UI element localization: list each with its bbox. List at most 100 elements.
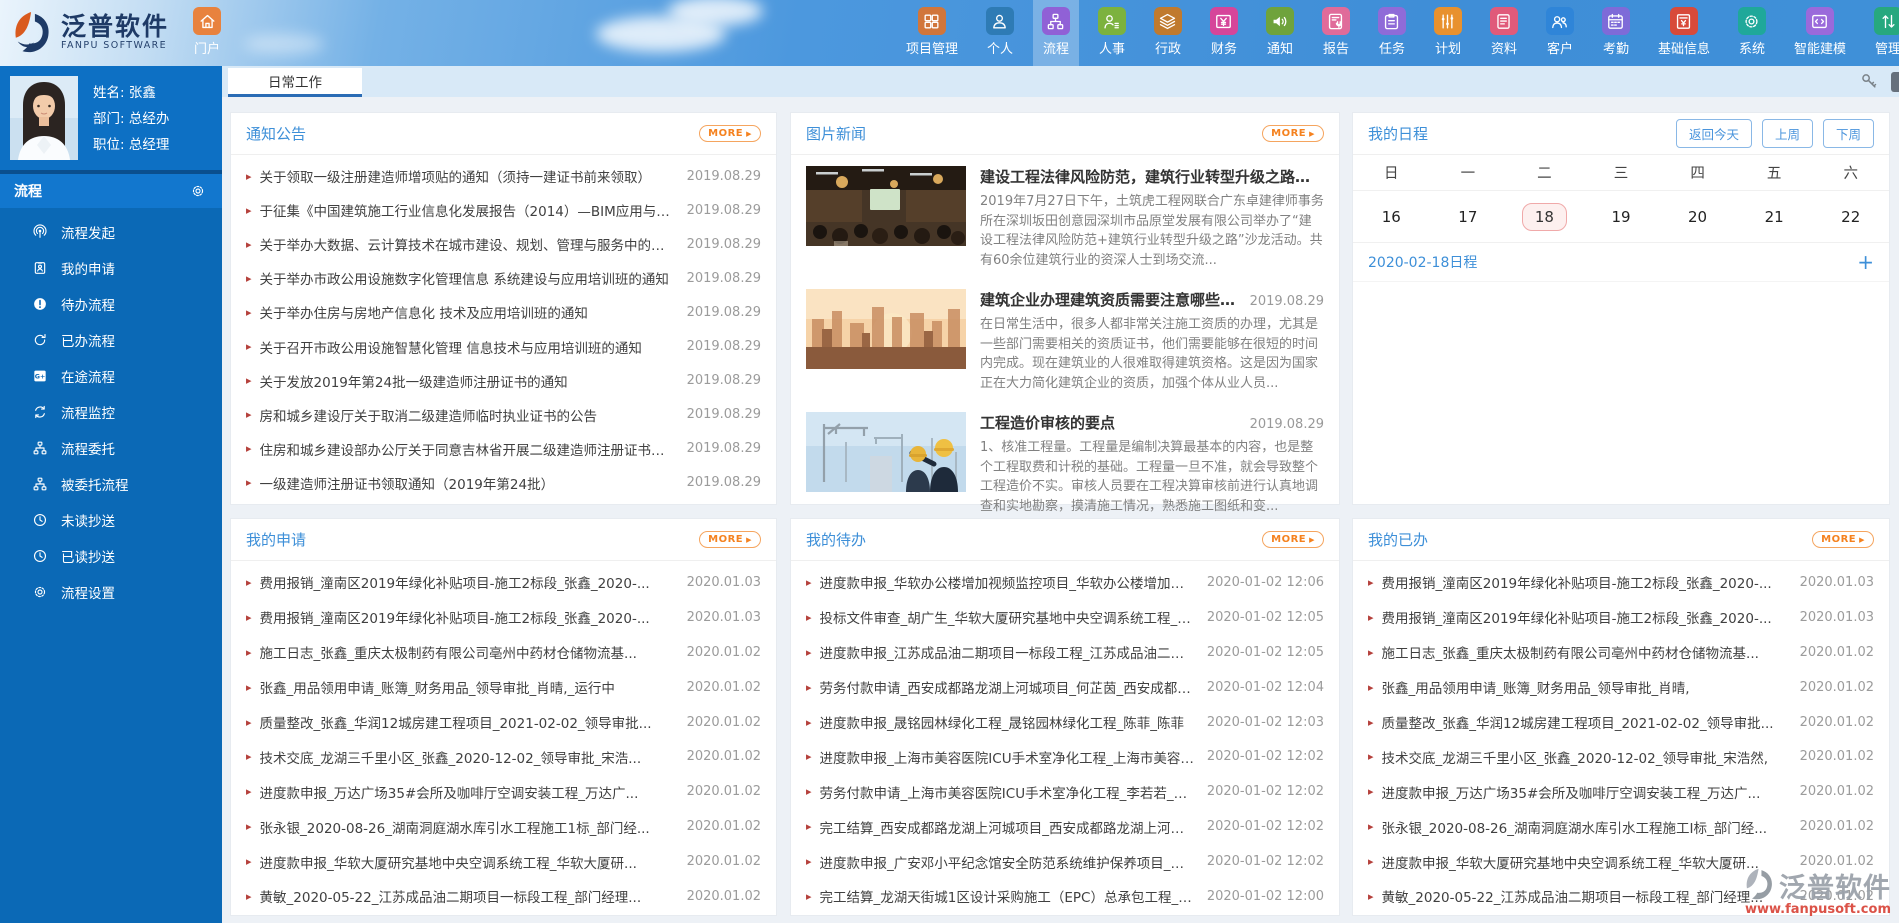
- nav-item-notice[interactable]: 通知: [1257, 0, 1303, 66]
- my-requests-more-button[interactable]: MORE: [699, 531, 761, 548]
- list-item[interactable]: ▸ 黄敏_2020-05-22_江苏成品油二期项目一标段工程_部门经理... 202…: [1368, 879, 1874, 914]
- calendar-date[interactable]: 16: [1370, 204, 1413, 230]
- prev-week-button[interactable]: 上周: [1761, 119, 1813, 148]
- list-item[interactable]: ▸ 进度款申报_万达广场35#会所及咖啡厅空调安装工程_万达广... 2020.01…: [246, 774, 761, 809]
- list-item[interactable]: ▸ 关于领取一级注册建造师增项贴的通知（须持一建证书前来领取） 2019.08.29: [246, 159, 761, 193]
- calendar-date[interactable]: 22: [1829, 204, 1872, 230]
- nav-item-customer[interactable]: 客户: [1537, 0, 1583, 66]
- list-item[interactable]: ▸ 投标文件审查_胡广生_华软大厦研究基地中央空调系统工程_20... 2020-0…: [806, 600, 1324, 635]
- sidebar-item-delegated[interactable]: 被委托流程: [0, 466, 222, 502]
- section-gear-icon[interactable]: [190, 183, 206, 199]
- sidebar-item-in-transit[interactable]: G+ 在途流程: [0, 358, 222, 394]
- sidebar-item-flow-settings[interactable]: 流程设置: [0, 574, 222, 610]
- list-item[interactable]: ▸ 费用报销_潼南区2019年绿化补贴项目-施工2标段_张鑫_2020-... 20…: [246, 600, 761, 635]
- list-item-date: 2019.08.29: [686, 441, 761, 457]
- nav-item-docs[interactable]: 资料: [1481, 0, 1527, 66]
- list-item[interactable]: ▸ 黄敏_2020-05-22_江苏成品油二期项目一标段工程_部门经理... 202…: [246, 879, 761, 914]
- list-item-text: 房和城乡建设厅关于取消二级建造师临时执业证书的公告: [259, 408, 598, 425]
- sidebar-item-done-flow[interactable]: 已办流程: [0, 322, 222, 358]
- calendar-date-today[interactable]: 18: [1521, 202, 1567, 231]
- list-item[interactable]: ▸ 进度款申报_华软大厦研究基地中央空调系统工程_华软大厦研... 2020.01.…: [1368, 844, 1874, 879]
- nav-item-project-mgmt[interactable]: 项目管理: [897, 0, 967, 66]
- list-item-text: 进度款申报_晟铭园林绿化工程_晟铭园林绿化工程_陈菲_陈菲: [819, 716, 1185, 732]
- list-item[interactable]: ▸ 完工结算_龙湖天街城1区设计采购施工（EPC）总承包工程_龙... 2020-0…: [806, 879, 1324, 914]
- nav-item-basic-info[interactable]: 基础信息: [1649, 0, 1719, 66]
- list-item[interactable]: ▸ 劳务付款申请_西安成都路龙湖上河城项目_何芷茵_西安成都路... 2020-01…: [806, 670, 1324, 705]
- list-item[interactable]: ▸ 进度款申报_江苏成品油二期项目一标段工程_江苏成品油二期项... 2020-01…: [806, 635, 1324, 670]
- list-item-date: 2020-01-02 12:04: [1206, 679, 1324, 695]
- list-item[interactable]: ▸ 住房和城乡建设部办公厅关于同意吉林省开展二级建造师注册证书电... 2019.0…: [246, 432, 761, 466]
- sidebar-item-read-cc[interactable]: 已读抄送: [0, 538, 222, 574]
- list-item[interactable]: ▸ 进度款申报_万达广场35#会所及咖啡厅空调安装工程_万达广... 2020.01…: [1368, 774, 1874, 809]
- calendar-date[interactable]: 17: [1446, 204, 1489, 230]
- key-icon[interactable]: [1859, 71, 1879, 91]
- list-item-date: 2020.01.02: [686, 854, 761, 870]
- list-item[interactable]: ▸ 房和城乡建设厅关于取消二级建造师临时执业证书的公告 2019.08.29: [246, 398, 761, 432]
- list-item[interactable]: ▸ 完工结算_西安成都路龙湖上河城项目_西安成都路龙湖上河城... 2020-01-…: [806, 809, 1324, 844]
- list-item[interactable]: ▸ 一级建造师注册证书领取通知（2019年第24批） 2019.08.29: [246, 466, 761, 500]
- sidebar-item-my-apply[interactable]: 我的申请: [0, 250, 222, 286]
- my-done-more-button[interactable]: MORE: [1812, 531, 1874, 548]
- list-item[interactable]: ▸ 关于举办住房与房地产信息化 技术及应用培训班的通知 2019.08.29: [246, 295, 761, 329]
- nav-item-modeling[interactable]: 智能建模: [1785, 0, 1855, 66]
- my-todo-more-button[interactable]: MORE: [1262, 531, 1324, 548]
- sidebar-item-monitor[interactable]: 流程监控: [0, 394, 222, 430]
- list-item[interactable]: ▸ 费用报销_潼南区2019年绿化补贴项目-施工2标段_张鑫_2020-... 20…: [1368, 565, 1874, 600]
- next-week-button[interactable]: 下周: [1822, 119, 1874, 148]
- list-item[interactable]: ▸ 关于发放2019年第24批一级建造师注册证书的通知 2019.08.29: [246, 364, 761, 398]
- news-more-button[interactable]: MORE: [1262, 125, 1324, 142]
- list-item[interactable]: ▸ 技术交底_龙湖三千里小区_张鑫_2020-12-02_领导审批_宋浩然, 202…: [1368, 739, 1874, 774]
- notices-more-button[interactable]: MORE: [699, 125, 761, 142]
- list-item[interactable]: ▸ 于征集《中国建筑施工行业信息化发展报告（2014）—BIM应用与发... 201…: [246, 193, 761, 227]
- list-item[interactable]: ▸ 张永银_2020-08-26_湖南洞庭湖水库引水工程施工1标_部门经... 20…: [246, 809, 761, 844]
- list-item[interactable]: ▸ 劳务付款申请_上海市美容医院ICU手术室净化工程_李若若_上... 2020-0…: [806, 774, 1324, 809]
- list-item[interactable]: ▸ 进度款申报_华软大厦研究基地中央空调系统工程_华软大厦研... 2020.01.…: [246, 844, 761, 879]
- sidebar-item-todo-flow[interactable]: 待办流程: [0, 286, 222, 322]
- news-item[interactable]: 建设工程法律风险防范，建筑行业转型升级之路沙龙活动 2019年7月27日下午，土筑…: [791, 155, 1339, 278]
- calendar-date[interactable]: 21: [1753, 204, 1796, 230]
- nav-item-portal[interactable]: 门户: [184, 0, 230, 66]
- sidebar-item-unread-cc[interactable]: 未读抄送: [0, 502, 222, 538]
- nav-item-hr[interactable]: 人事: [1089, 0, 1135, 66]
- list-item[interactable]: ▸ 张永银_2020-08-26_湖南洞庭湖水库引水工程施工I标_部门经... 20…: [1368, 809, 1874, 844]
- list-item[interactable]: ▸ 进度款申报_广安邓小平纪念馆安全防范系统维护保养项目_广安... 2020-01…: [806, 844, 1324, 879]
- list-item[interactable]: ▸ 关于召开市政公用设施智慧化管理 信息技术与应用培训班的通知 2019.08.29: [246, 329, 761, 363]
- list-item[interactable]: ▸ 进度款申报_晟铭园林绿化工程_晟铭园林绿化工程_陈菲_陈菲 2020-01-02…: [806, 705, 1324, 740]
- news-item[interactable]: 工程造价审核的要点 2019.08.29 1、核准工程量。工程量是编制决算最基本的内…: [791, 401, 1339, 524]
- list-item[interactable]: ▸ 费用报销_潼南区2019年绿化补贴项目-施工2标段_张鑫_2020-... 20…: [246, 565, 761, 600]
- calendar-date[interactable]: 19: [1599, 204, 1642, 230]
- list-item[interactable]: ▸ 费用报销_潼南区2019年绿化补贴项目-施工2标段_张鑫_2020-... 20…: [1368, 600, 1874, 635]
- back-to-today-button[interactable]: 返回今天: [1675, 119, 1752, 148]
- list-item[interactable]: ▸ 施工日志_张鑫_重庆太极制药有限公司亳州中药材仓储物流基... 2020.01.…: [1368, 635, 1874, 670]
- nav-item-report[interactable]: 报告: [1313, 0, 1359, 66]
- sidebar-item-delegate[interactable]: 流程委托: [0, 430, 222, 466]
- calendar-date[interactable]: 20: [1676, 204, 1719, 230]
- sidebar-item-initiate[interactable]: 流程发起: [0, 214, 222, 250]
- nav-item-attendance[interactable]: 考勤: [1593, 0, 1639, 66]
- nav-item-personal[interactable]: 个人: [977, 0, 1023, 66]
- nav-item-admin[interactable]: 行政: [1145, 0, 1191, 66]
- nav-item-finance[interactable]: 财务: [1201, 0, 1247, 66]
- nav-item-task[interactable]: 任务: [1369, 0, 1415, 66]
- nav-item-manage[interactable]: 管理: [1865, 0, 1899, 66]
- list-item[interactable]: ▸ 质量整改_张鑫_华润12城房建工程项目_2021-02-02_领导审批... 2…: [246, 705, 761, 740]
- list-item[interactable]: ▸ 关于举办大数据、云计算技术在城市建设、规划、管理与服务中的应... 2019.0…: [246, 227, 761, 261]
- list-item[interactable]: ▸ 进度款申报_华软办公楼增加视频监控项目_华软办公楼增加视频... 2020-01…: [806, 565, 1324, 600]
- list-item[interactable]: ▸ 技术交底_龙湖三千里小区_张鑫_2020-12-02_领导审批_宋浩... 20…: [246, 739, 761, 774]
- nav-item-system[interactable]: 系统: [1729, 0, 1775, 66]
- list-item[interactable]: ▸ 关于举办市政公用设施数字化管理信息 系统建设与应用培训班的通知 2019.08.…: [246, 261, 761, 295]
- clipped-toolbar-icon[interactable]: [1891, 72, 1899, 92]
- list-item[interactable]: ▸ 张鑫_用品领用申请_账簿_财务用品_领导审批_肖晴,_运行中 2020.01.0…: [246, 670, 761, 705]
- list-item[interactable]: ▸ 张鑫_用品领用申请_账簿_财务用品_领导审批_肖晴, 2020.01.02: [1368, 670, 1874, 705]
- nav-item-label: 管理: [1874, 42, 1899, 57]
- add-schedule-button[interactable]: +: [1857, 252, 1874, 272]
- news-item[interactable]: 建筑企业办理建筑资质需要注意哪些细节 2019.08.29 在日常生活中，很多人都非…: [791, 278, 1339, 401]
- nav-item-label: 系统: [1738, 42, 1765, 57]
- list-item[interactable]: ▸ 质量整改_张鑫_华润12城房建工程项目_2021-02-02_领导审批... 2…: [1368, 705, 1874, 740]
- tab-daily-work[interactable]: 日常工作: [228, 68, 362, 97]
- list-item-text: 进度款申报_万达广场35#会所及咖啡厅空调安装工程_万达广...: [259, 785, 639, 802]
- nav-item-workflow[interactable]: 流程: [1032, 0, 1079, 66]
- list-item[interactable]: ▸ 施工日志_张鑫_重庆太极制药有限公司亳州中药材仓储物流基... 2020.01.…: [246, 635, 761, 670]
- nav-item-plan[interactable]: 计划: [1425, 0, 1471, 66]
- list-item[interactable]: ▸ 进度款申报_上海市美容医院ICU手术室净化工程_上海市美容医... 2020-0…: [806, 739, 1324, 774]
